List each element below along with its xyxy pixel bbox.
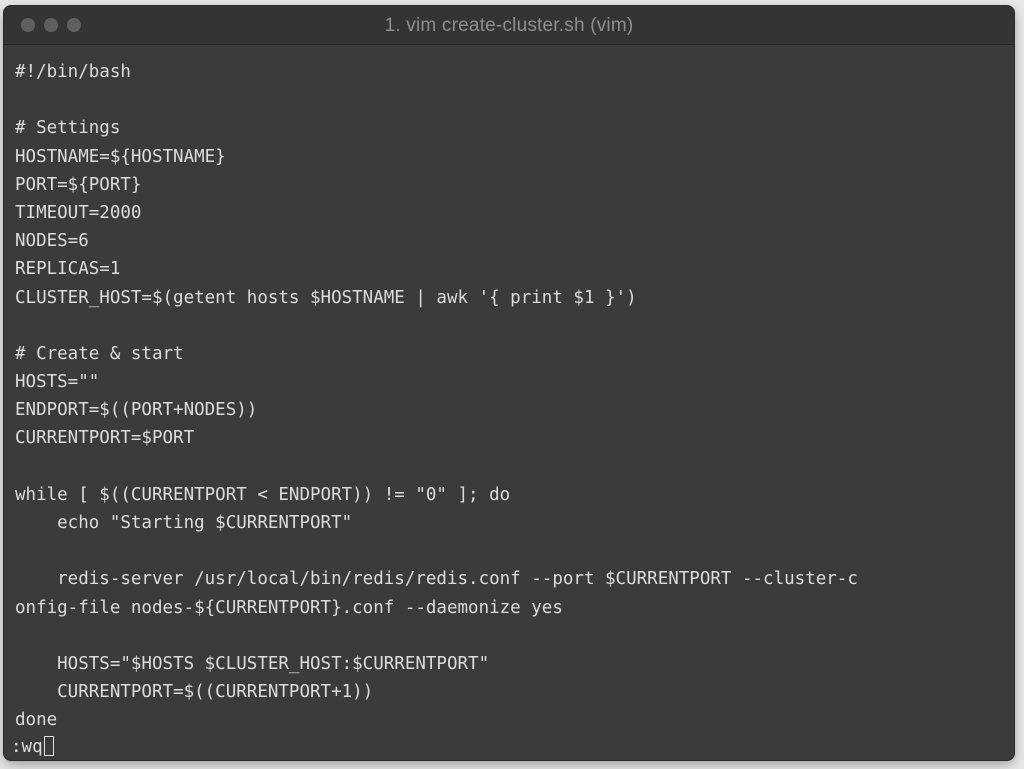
code-line: done	[15, 710, 58, 731]
code-line: CURRENTPORT=$PORT	[15, 428, 195, 449]
window-title: 1. vim create-cluster.sh (vim)	[384, 15, 634, 36]
code-line: # Settings	[15, 118, 121, 139]
terminal-window: 1. vim create-cluster.sh (vim) #!/bin/ba…	[4, 6, 1014, 760]
code-line: echo "Starting $CURRENTPORT"	[15, 513, 353, 533]
code-line: HOSTNAME=${HOSTNAME}	[15, 146, 226, 167]
command-text: :wq	[11, 737, 43, 757]
code-line: redis-server /usr/local/bin/redis/redis.…	[15, 569, 858, 590]
code-line: #!/bin/bash	[15, 62, 131, 82]
vim-command-line[interactable]: :wq	[11, 733, 54, 761]
block-cursor	[43, 736, 54, 756]
code-line: ENDPORT=$((PORT+NODES))	[15, 400, 258, 421]
code-line: onfig-file nodes-${CURRENTPORT}.conf --d…	[15, 597, 563, 618]
code-line: NODES=6	[15, 231, 89, 252]
code-line: # Create & start	[15, 343, 184, 364]
title-bar[interactable]: 1. vim create-cluster.sh (vim)	[4, 6, 1014, 45]
code-line: HOSTS="$HOSTS $CLUSTER_HOST:$CURRENTPORT…	[15, 653, 490, 674]
code-line: CURRENTPORT=$((CURRENTPORT+1))	[15, 682, 374, 703]
code-line: TIMEOUT=2000	[15, 202, 142, 223]
code-line: PORT=${PORT}	[15, 174, 142, 195]
vim-editor-buffer[interactable]: #!/bin/bash # Settings HOSTNAME=${HOSTNAME…	[15, 58, 1006, 760]
code-line: HOSTS=""	[15, 372, 100, 393]
code-line: while [ $((CURRENTPORT < ENDPORT)) != "0…	[15, 484, 511, 505]
code-line: CLUSTER_HOST=$(getent hosts $HOSTNAME | …	[15, 287, 637, 308]
code-line: REPLICAS=1	[15, 259, 121, 280]
